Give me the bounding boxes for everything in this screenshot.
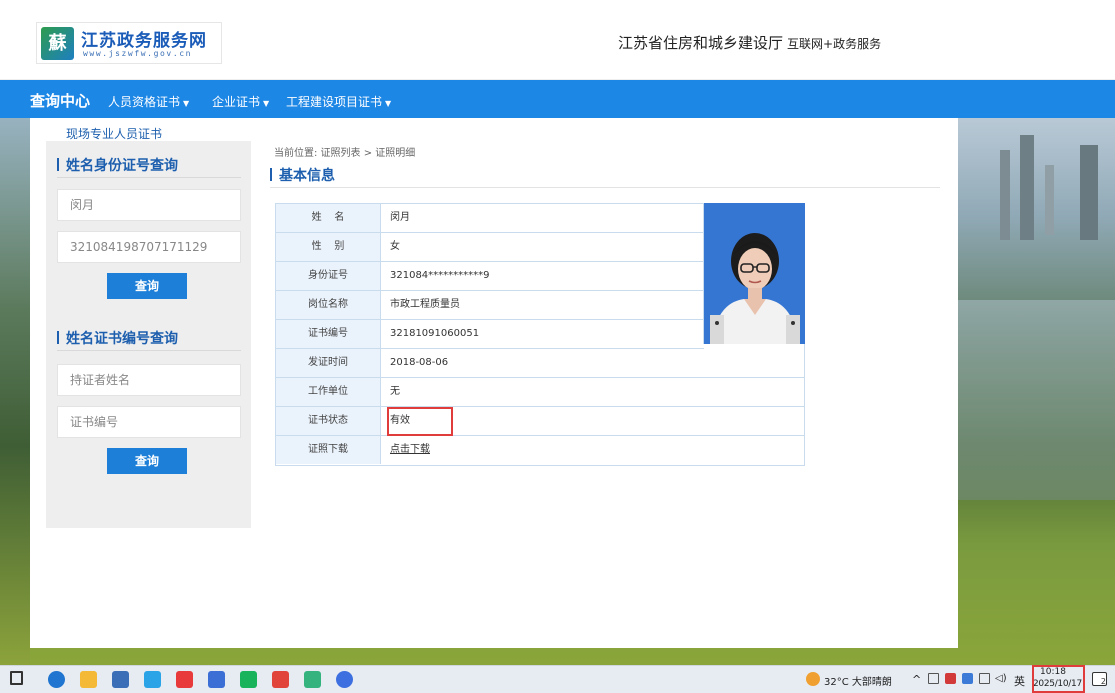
app-icon[interactable] <box>304 671 321 688</box>
site-title: 江苏政务服务网 <box>81 31 207 51</box>
row-label: 姓 名 <box>276 204 381 232</box>
download-link[interactable]: 点击下载 <box>390 436 430 464</box>
department-subtitle: 互联网+政务服务 <box>787 37 882 51</box>
table-row: 发证时间 2018-08-06 <box>276 349 804 378</box>
nav-item-label: 企业证书 <box>212 95 261 109</box>
row-label: 岗位名称 <box>276 291 381 319</box>
holder-name-field[interactable]: 持证者姓名 <box>57 364 241 396</box>
table-row: 姓 名 闵月 <box>276 204 704 233</box>
nav-home[interactable]: 查询中心 <box>30 90 90 111</box>
file-explorer-icon[interactable] <box>80 671 97 688</box>
tray-chevron-icon[interactable]: ^ <box>912 673 921 686</box>
table-row: 证书状态 有效 <box>276 407 804 436</box>
department-name: 江苏省住房和城乡建设厅 互联网+政务服务 <box>618 32 881 53</box>
app-icon[interactable] <box>144 671 161 688</box>
id-search-button[interactable]: 查询 <box>107 273 187 299</box>
background-building <box>1045 165 1054 235</box>
id-number-field[interactable]: 321084198707171129 <box>57 231 241 263</box>
table-row: 证书编号 32181091060051 <box>276 320 704 349</box>
table-row: 性 别 女 <box>276 233 704 262</box>
row-value: 321084***********9 <box>390 270 490 281</box>
notification-icon[interactable]: 2 <box>1092 672 1107 686</box>
row-label: 工作单位 <box>276 378 381 406</box>
tray-icon[interactable] <box>928 673 939 684</box>
divider <box>57 177 241 178</box>
row-label: 身份证号 <box>276 262 381 290</box>
notification-count: 2 <box>1100 677 1106 686</box>
table-row: 岗位名称 市政工程质量员 <box>276 291 704 320</box>
name-field[interactable]: 闵月 <box>57 189 241 221</box>
row-value: 市政工程质量员 <box>390 299 460 310</box>
row-value: 32181091060051 <box>390 328 480 339</box>
caret-down-icon: ▼ <box>183 99 190 108</box>
windows-taskbar: 32°C 大部晴朗 ^ ◁) 英 2 <box>0 665 1115 693</box>
cert-search-button[interactable]: 查询 <box>107 448 187 474</box>
row-label: 证书状态 <box>276 407 381 435</box>
tray-icon[interactable] <box>979 673 990 684</box>
app-icon[interactable] <box>112 671 129 688</box>
portrait-image <box>704 203 805 344</box>
nav-item-personnel[interactable]: 人员资格证书 ▼ <box>108 93 189 110</box>
id-search-title: 姓名身份证号查询 <box>57 155 178 175</box>
wps-icon[interactable] <box>176 671 193 688</box>
main-nav: 查询中心 人员资格证书 ▼ 企业证书 ▼ 工程建设项目证书 ▼ <box>0 80 1115 118</box>
input-method-indicator[interactable]: 英 <box>1014 673 1025 689</box>
nav-item-project[interactable]: 工程建设项目证书 ▼ <box>286 93 391 110</box>
row-value: 无 <box>390 386 400 397</box>
clock-highlight-box <box>1032 665 1085 693</box>
table-row: 证照下载 点击下载 <box>276 436 804 465</box>
row-label: 证照下载 <box>276 436 381 464</box>
app-icon[interactable] <box>336 671 353 688</box>
site-logo[interactable]: 蘇 江苏政务服务网 www.jszwfw.gov.cn <box>36 22 222 64</box>
row-value: 2018-08-06 <box>390 357 449 368</box>
weather-text[interactable]: 32°C 大部晴朗 <box>824 673 892 688</box>
table-row: 身份证号 321084***********9 <box>276 262 704 291</box>
background-building <box>1020 135 1034 240</box>
background-scenery-left <box>0 118 30 665</box>
cert-search-title: 姓名证书编号查询 <box>57 328 178 348</box>
background-building <box>1080 145 1098 240</box>
app-icon[interactable] <box>208 671 225 688</box>
row-label: 性 别 <box>276 233 381 261</box>
table-row: 工作单位 无 <box>276 378 804 407</box>
weather-icon[interactable] <box>806 672 820 686</box>
background-building <box>1000 150 1010 240</box>
tray-icon[interactable] <box>945 673 956 684</box>
status-highlight-box <box>387 407 453 436</box>
section-title: 基本信息 <box>270 165 335 185</box>
wechat-icon[interactable] <box>240 671 257 688</box>
holder-photo <box>703 203 805 344</box>
cert-number-field[interactable]: 证书编号 <box>57 406 241 438</box>
row-label: 证书编号 <box>276 320 381 348</box>
task-view-icon[interactable] <box>10 671 23 685</box>
row-value: 女 <box>390 241 400 252</box>
site-url: www.jszwfw.gov.cn <box>83 49 193 58</box>
row-label: 发证时间 <box>276 349 381 377</box>
caret-down-icon: ▼ <box>263 99 270 108</box>
app-icon[interactable] <box>272 671 289 688</box>
row-value: 闵月 <box>390 212 410 223</box>
site-header: 蘇 江苏政务服务网 www.jszwfw.gov.cn 江苏省住房和城乡建设厅互… <box>0 0 1115 80</box>
divider <box>57 350 241 351</box>
edge-browser-icon[interactable] <box>48 671 65 688</box>
department-title: 江苏省住房和城乡建设厅 <box>618 34 784 52</box>
logo-mark-icon: 蘇 <box>41 27 74 60</box>
category-title[interactable]: 现场专业人员证书 <box>66 125 162 142</box>
network-icon[interactable] <box>962 673 973 684</box>
caret-down-icon: ▼ <box>385 99 392 108</box>
nav-item-label: 人员资格证书 <box>108 95 181 109</box>
volume-icon[interactable]: ◁) <box>995 673 1007 684</box>
divider <box>270 187 940 188</box>
nav-item-label: 工程建设项目证书 <box>286 95 383 109</box>
nav-item-enterprise[interactable]: 企业证书 ▼ <box>212 93 269 110</box>
background-river <box>958 300 1115 500</box>
breadcrumb: 当前位置: 证照列表 > 证照明细 <box>274 148 416 159</box>
